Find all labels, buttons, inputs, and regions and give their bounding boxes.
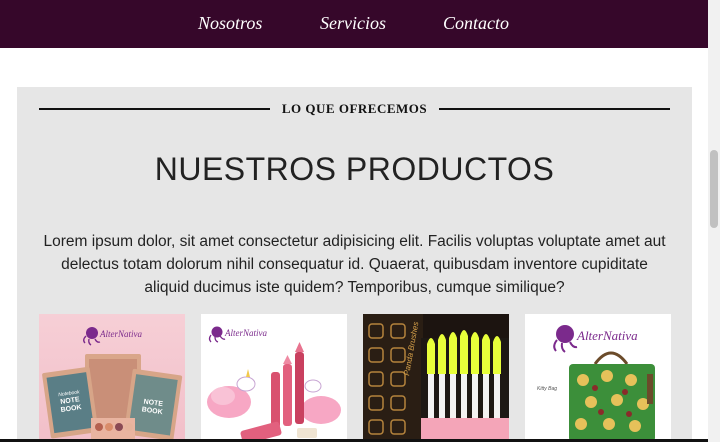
nav-link-servicios[interactable]: Servicios [320, 13, 386, 34]
product-card-notebook-palettes[interactable]: AlterNativa Notebook NOTE BOOK NOTE BOOK [39, 314, 185, 442]
unicorn-lipsticks-image: AlterNativa [207, 326, 341, 442]
product-card-brush-set[interactable]: Panda Brushes [363, 314, 509, 442]
section-title: NUESTROS PRODUCTOS [154, 151, 555, 187]
divider-right [439, 108, 670, 110]
svg-text:AlterNativa: AlterNativa [99, 329, 142, 339]
alternativa-logo: AlterNativa [208, 326, 267, 343]
svg-text:AlterNativa: AlterNativa [576, 328, 638, 343]
divider-left [39, 108, 270, 110]
brush-set-image: Panda Brushes [363, 314, 509, 442]
nav-link-nosotros[interactable]: Nosotros [198, 13, 262, 34]
cat-bag-image: AlterNativa Kitty Bag [537, 325, 655, 442]
scrollbar-thumb[interactable] [710, 150, 718, 228]
top-navbar: Nosotros Servicios Contacto [0, 0, 708, 48]
svg-text:AlterNativa: AlterNativa [224, 328, 267, 338]
products-section: LO QUE OFRECEMOS NUESTROS PRODUCTOS Lore… [17, 87, 692, 442]
svg-text:Kitty Bag: Kitty Bag [537, 386, 557, 392]
section-eyebrow: LO QUE OFRECEMOS [281, 101, 428, 116]
alternativa-logo: AlterNativa [83, 327, 142, 346]
notebook-palettes-image: AlterNativa Notebook NOTE BOOK NOTE BOOK [42, 327, 183, 442]
product-card-unicorn-lipsticks[interactable]: AlterNativa [201, 314, 347, 442]
section-description: Lorem ipsum dolor, sit amet consectetur … [43, 233, 666, 296]
page-scrollbar[interactable] [708, 0, 720, 442]
nav-link-contacto[interactable]: Contacto [443, 13, 509, 34]
alternativa-logo: AlterNativa [553, 325, 638, 353]
product-card-cat-bag[interactable]: AlterNativa Kitty Bag [525, 314, 671, 442]
